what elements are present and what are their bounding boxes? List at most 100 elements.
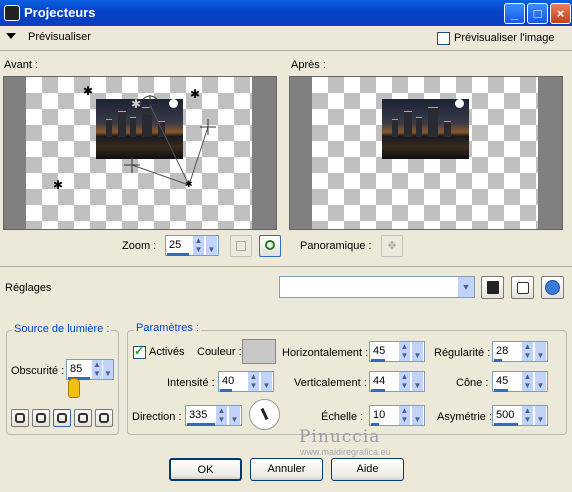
- light-slot-1-button[interactable]: [11, 409, 29, 427]
- spin-up-icon[interactable]: ▲ ▼: [247, 372, 259, 391]
- spin-up-icon[interactable]: ▲ ▼: [521, 372, 533, 391]
- verticalement-label: Verticalement :: [294, 377, 367, 389]
- dropdown-arrow-icon[interactable]: ▼: [411, 372, 423, 391]
- light-slot-4-button[interactable]: [74, 409, 92, 427]
- dropdown-arrow-icon[interactable]: ▼: [534, 372, 546, 391]
- zoom-label: Zoom :: [122, 240, 157, 252]
- light-slot-2-button[interactable]: [32, 409, 50, 427]
- checkmark-icon: ✓: [134, 344, 145, 358]
- cone-spinner[interactable]: 45 ▲ ▼ ▼: [492, 371, 548, 392]
- spin-up-icon[interactable]: ▲ ▼: [521, 342, 533, 361]
- avant-label: Avant :: [4, 59, 39, 71]
- spin-up-icon[interactable]: ▲ ▼: [398, 372, 410, 391]
- dropdown-arrow-icon[interactable]: ▼: [228, 406, 240, 425]
- light-marker-icon[interactable]: ✱: [185, 179, 193, 190]
- collapse-arrow-icon[interactable]: [6, 33, 16, 39]
- light-marker-icon[interactable]: ✱: [131, 97, 141, 111]
- regularite-spinner[interactable]: 28 ▲ ▼ ▼: [492, 341, 548, 362]
- reglages-label: Réglages: [5, 282, 52, 294]
- horizontalement-value: 45: [373, 345, 386, 357]
- panoramique-label: Panoramique :: [300, 240, 372, 252]
- app-icon: [4, 5, 20, 21]
- divider: [0, 50, 572, 51]
- title-bar: Projecteurs _ □ ×: [0, 0, 572, 26]
- random-button[interactable]: [511, 276, 534, 299]
- spin-up-icon[interactable]: ▲ ▼: [192, 236, 204, 255]
- light-slot-3-button[interactable]: [53, 409, 71, 427]
- ok-button[interactable]: OK: [169, 458, 242, 481]
- spin-up-icon[interactable]: ▲ ▼: [91, 360, 102, 379]
- verticalement-spinner[interactable]: 44 ▲ ▼ ▼: [369, 371, 425, 392]
- horizontalement-spinner[interactable]: 45 ▲ ▼ ▼: [369, 341, 425, 362]
- annuler-button[interactable]: Annuler: [250, 458, 323, 481]
- dropdown-arrow-icon[interactable]: ▼: [260, 372, 272, 391]
- verticalement-value: 44: [373, 375, 386, 387]
- minimize-button[interactable]: _: [504, 3, 525, 24]
- direction-value: 335: [189, 409, 208, 421]
- direction-spinner[interactable]: 335 ▲ ▼ ▼: [185, 405, 242, 426]
- zoom-value: 25: [169, 239, 182, 251]
- maximize-button[interactable]: □: [527, 3, 548, 24]
- divider: [0, 266, 572, 267]
- pointer-hand-icon: [68, 378, 80, 398]
- chevron-down-icon[interactable]: ▼: [458, 277, 474, 297]
- reset-icon: [545, 280, 560, 295]
- spin-up-icon[interactable]: ▲ ▼: [521, 406, 533, 425]
- spotlight-icon: [36, 413, 46, 423]
- dropdown-arrow-icon[interactable]: ▼: [411, 342, 423, 361]
- close-button[interactable]: ×: [550, 3, 571, 24]
- spotlight-icon: [78, 413, 88, 423]
- echelle-value: 10: [373, 409, 386, 421]
- previsualiser-image-label: Prévisualiser l'image: [454, 32, 555, 44]
- spin-up-icon[interactable]: ▲ ▼: [215, 406, 227, 425]
- light-dot: [455, 99, 464, 108]
- after-preview: [289, 76, 563, 230]
- dropdown-arrow-icon[interactable]: ▼: [534, 342, 546, 361]
- previsualiser-image-checkbox[interactable]: [437, 32, 450, 45]
- cone-value: 45: [496, 375, 509, 387]
- reglages-select[interactable]: ▼: [279, 276, 475, 298]
- before-preview[interactable]: ✱ ✱ ✱ ✱ ✱: [3, 76, 277, 230]
- dropdown-arrow-icon[interactable]: ▼: [411, 406, 423, 425]
- light-slot-5-button[interactable]: [95, 409, 113, 427]
- save-preset-button[interactable]: [481, 276, 504, 299]
- echelle-spinner[interactable]: 10 ▲ ▼ ▼: [369, 405, 425, 426]
- dropdown-arrow-icon[interactable]: ▼: [102, 360, 113, 379]
- actives-checkbox[interactable]: ✓: [133, 344, 146, 359]
- obscurite-value: 85: [70, 363, 83, 375]
- spotlight-icon: [99, 413, 109, 423]
- zoom-fit-button[interactable]: [230, 235, 252, 257]
- direction-label: Direction :: [132, 411, 182, 423]
- reset-button[interactable]: [541, 276, 564, 299]
- regularite-value: 28: [496, 345, 509, 357]
- couleur-swatch[interactable]: [242, 339, 276, 364]
- light-marker-icon[interactable]: ✱: [190, 87, 200, 101]
- light-marker-icon[interactable]: ✱: [83, 84, 93, 98]
- preview-photo-after: [382, 99, 469, 159]
- spin-up-icon[interactable]: ▲ ▼: [398, 342, 410, 361]
- intensite-value: 40: [222, 375, 235, 387]
- aide-button[interactable]: Aide: [331, 458, 404, 481]
- spotlight-icon: [15, 413, 25, 423]
- previsualiser-label[interactable]: Prévisualiser: [28, 31, 91, 43]
- window-title: Projecteurs: [24, 5, 96, 20]
- zoom-tool-button[interactable]: [259, 235, 281, 257]
- intensite-spinner[interactable]: 40 ▲ ▼ ▼: [218, 371, 274, 392]
- asymetrie-spinner[interactable]: 500 ▲ ▼ ▼: [492, 405, 548, 426]
- dropdown-arrow-icon[interactable]: ▼: [534, 406, 546, 425]
- couleur-label: Couleur :: [197, 346, 242, 358]
- dropdown-arrow-icon[interactable]: ▼: [205, 236, 217, 255]
- intensite-label: Intensité :: [167, 377, 215, 389]
- direction-dial[interactable]: [249, 399, 280, 430]
- light-marker-icon[interactable]: ✱: [53, 178, 63, 192]
- spin-up-icon[interactable]: ▲ ▼: [398, 406, 410, 425]
- pan-button[interactable]: ✥: [381, 235, 403, 257]
- spotlight-icon: [57, 413, 67, 423]
- floppy-disk-icon: [487, 281, 499, 294]
- regularite-label: Régularité :: [434, 347, 491, 359]
- horizontalement-label: Horizontalement :: [282, 347, 369, 359]
- obscurite-spinner[interactable]: 85 ▲ ▼ ▼: [66, 359, 114, 380]
- magnifier-icon: [265, 240, 275, 250]
- zoom-spinner[interactable]: 25 ▲ ▼ ▼: [165, 235, 219, 256]
- actives-label: Activés: [149, 346, 185, 358]
